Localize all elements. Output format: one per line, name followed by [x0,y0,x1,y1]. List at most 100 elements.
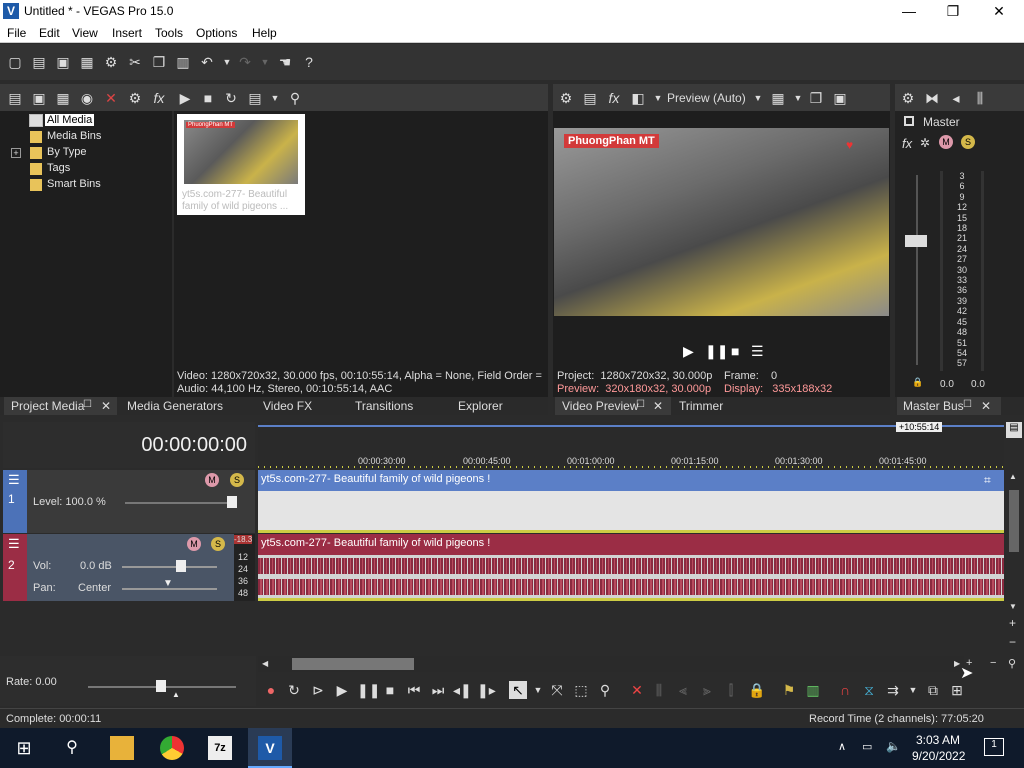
save-icon[interactable]: ▣ [54,53,72,71]
delete-icon[interactable]: ✕ [628,681,646,699]
zoom-out-horizontal-icon[interactable]: − [990,657,996,669]
video-clip-body[interactable] [258,491,1004,530]
vertical-scrollbar[interactable]: ▲ ▼ + − [1006,470,1022,652]
paste-icon[interactable]: ▥ [174,53,192,71]
properties-gear-icon[interactable]: ⚙ [102,53,120,71]
menu-edit[interactable]: Edit [39,26,60,40]
tree-all-media[interactable]: All Media [45,114,95,126]
tree-tags[interactable]: Tags [47,162,70,174]
overlays-dropdown-icon[interactable]: ▼ [789,89,807,107]
file-explorer-icon[interactable] [110,736,134,760]
media-properties-icon[interactable]: ⚙ [126,89,144,107]
volume-icon[interactable]: 🔈 [886,739,901,753]
mute-icon[interactable]: M [939,135,953,149]
ignore-grouping-icon[interactable]: ⊞ [948,681,966,699]
crop-pan-icon[interactable]: ⌗ [984,473,991,488]
menu-help[interactable]: Help [252,26,277,40]
cut-icon[interactable]: ✂ [126,53,144,71]
close-button[interactable]: ✕ [984,2,1014,20]
ripple-dropdown-icon[interactable]: ▼ [904,681,922,699]
help-icon[interactable]: ? [300,53,318,71]
preview-pause-icon[interactable]: ❚❚ [705,343,728,360]
previous-frame-icon[interactable]: ◂❚ [453,681,472,699]
zoom-in-vertical-icon[interactable]: + [1009,616,1016,630]
undo-icon[interactable]: ↶ [198,53,216,71]
solo-icon[interactable]: S [961,135,975,149]
tab-close-icon[interactable]: ✕ [101,399,111,413]
vertical-scroll-thumb[interactable] [1009,490,1019,552]
tab-project-media[interactable]: Project Media [11,399,84,413]
audio-track-lane[interactable]: yt5s.com-277- Beautiful family of wild p… [258,534,1004,601]
capture-icon[interactable]: ▣ [30,89,48,107]
vol-slider-handle[interactable] [176,560,186,572]
zoom-out-vertical-icon[interactable]: − [1009,635,1016,649]
selection-tool-icon[interactable]: ⬚ [572,681,590,699]
preview-properties-icon[interactable]: ⚙ [557,89,575,107]
pan-slider-handle[interactable]: ▼ [163,578,173,589]
preview-play-icon[interactable]: ▶ [683,343,694,360]
scroll-left-icon[interactable]: ◀ [262,659,268,668]
horizontal-scrollbar[interactable]: ◀ ▶ [258,656,964,672]
master-fader-handle[interactable] [905,235,927,247]
lock-selection-icon[interactable]: ⧉ [924,681,942,699]
tab-pin-icon[interactable]: ☐ [963,399,972,410]
tree-smart-bins[interactable]: Smart Bins [47,178,101,190]
chrome-icon[interactable] [160,736,184,760]
tab-transitions[interactable]: Transitions [355,399,413,413]
insert-marker-icon[interactable]: ⚑ [780,681,798,699]
menu-file[interactable]: File [7,26,26,40]
web-icon[interactable]: ◉ [78,89,96,107]
tab-media-generators[interactable]: Media Generators [127,399,223,413]
whats-this-help-icon[interactable]: ☚ [276,53,294,71]
downmix-icon[interactable]: ⧓ [923,89,941,107]
preview-menu-icon[interactable]: ☰ [751,343,764,360]
split-dropdown-icon[interactable]: ▼ [649,89,667,107]
tree-media-bins[interactable]: Media Bins [47,130,101,142]
video-track-number-strip[interactable]: ☰ 1 [3,470,27,533]
7zip-icon[interactable]: 7z [208,736,232,760]
play-media-icon[interactable]: ▶ [176,89,194,107]
tray-chevron-icon[interactable]: ∧ [838,740,846,753]
new-file-icon[interactable]: ▢ [6,53,24,71]
envelope-tool-icon[interactable]: ⤧ [548,681,566,699]
scroll-up-icon[interactable]: ▲ [1009,472,1017,481]
dim-output-icon[interactable]: ◂ [947,89,965,107]
audio-track-number-strip[interactable]: ☰ 2 [3,534,27,601]
master-properties-icon[interactable]: ⚙ [899,89,917,107]
channels-icon[interactable]: ⫼ [971,89,989,107]
preview-quality-select[interactable]: Preview (Auto) [667,91,746,105]
zoom-tool-icon[interactable]: ⚲ [1008,657,1016,670]
video-track-lane[interactable]: yt5s.com-277- Beautiful family of wild p… [258,470,1004,533]
loop-region-bar[interactable] [258,425,1004,427]
views-icon[interactable]: ▤ [246,89,264,107]
track-menu-icon[interactable]: ☰ [8,472,20,488]
menu-view[interactable]: View [72,26,98,40]
horizontal-scroll-thumb[interactable] [292,658,414,670]
menu-tools[interactable]: Tools [155,26,183,40]
play-icon[interactable]: ▶ [333,681,351,699]
tab-close-icon[interactable]: ✕ [653,399,663,413]
timeline-ruler[interactable]: +10:55:14 00:00:30:00 00:00:45:00 00:01:… [258,422,1004,468]
tab-close-icon[interactable]: ✕ [981,399,991,413]
play-from-start-icon[interactable]: ⊳ [309,681,327,699]
mute-icon[interactable]: M [187,537,201,551]
record-icon[interactable]: ● [262,681,280,699]
master-fx-icon[interactable]: fx [902,136,912,151]
auto-crossfade-icon[interactable]: ⧖ [860,681,878,699]
rate-slider-handle[interactable] [156,680,166,692]
windows-start-icon[interactable]: ⊞ [12,736,36,760]
go-to-start-icon[interactable]: ⏮ [405,681,423,699]
menu-insert[interactable]: Insert [112,26,142,40]
notification-icon[interactable]: 1 [984,738,1004,756]
preview-device-icon[interactable]: ▤ [581,89,599,107]
auto-ripple-icon[interactable]: ⇉ [884,681,902,699]
import-media-icon[interactable]: ▤ [6,89,24,107]
solo-icon[interactable]: S [230,473,244,487]
preview-fx-icon[interactable]: fx [605,89,623,107]
views-dropdown-icon[interactable]: ▼ [266,89,284,107]
copy-icon[interactable]: ❐ [150,53,168,71]
get-media-icon[interactable]: ▦ [54,89,72,107]
tree-by-type[interactable]: By Type [47,146,87,158]
overlays-grid-icon[interactable]: ▦ [769,89,787,107]
pause-icon[interactable]: ❚❚ [357,681,380,699]
